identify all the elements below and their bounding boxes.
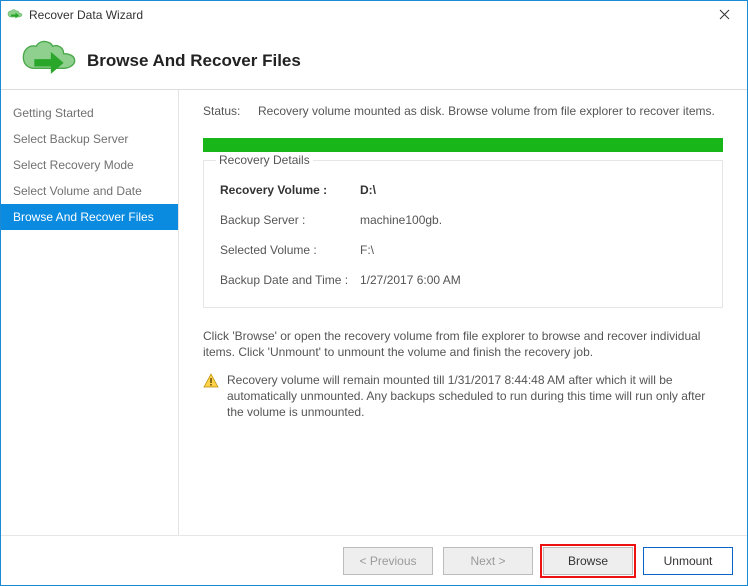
sidebar-item-getting-started[interactable]: Getting Started (1, 100, 178, 126)
browse-button[interactable]: Browse (543, 547, 633, 575)
detail-backup-date-time: Backup Date and Time : 1/27/2017 6:00 AM (216, 265, 710, 295)
app-icon (7, 7, 23, 23)
wizard-sidebar: Getting Started Select Backup Server Sel… (1, 90, 179, 535)
close-button[interactable] (709, 4, 739, 26)
next-button: Next > (443, 547, 533, 575)
window-title: Recover Data Wizard (29, 8, 143, 22)
wizard-main: Status: Recovery volume mounted as disk.… (179, 90, 747, 535)
recovery-details: Recovery Details Recovery Volume : D:\ B… (203, 160, 723, 308)
status-text: Recovery volume mounted as disk. Browse … (258, 104, 723, 118)
detail-backup-server: Backup Server : machine100gb. (216, 205, 710, 235)
instructions-text: Click 'Browse' or open the recovery volu… (203, 328, 723, 360)
warning-row: Recovery volume will remain mounted till… (203, 372, 723, 420)
wizard-header: Browse And Recover Files (1, 28, 747, 90)
detail-recovery-volume: Recovery Volume : D:\ (216, 175, 710, 205)
cloud-icon (19, 39, 79, 83)
details-legend: Recovery Details (216, 153, 313, 167)
sidebar-item-select-backup-server[interactable]: Select Backup Server (1, 126, 178, 152)
sidebar-item-browse-recover[interactable]: Browse And Recover Files (1, 204, 178, 230)
warning-icon (203, 373, 219, 389)
detail-selected-volume: Selected Volume : F:\ (216, 235, 710, 265)
status-row: Status: Recovery volume mounted as disk.… (203, 104, 723, 118)
wizard-window: Recover Data Wizard Browse And Recover F… (0, 0, 748, 586)
page-title: Browse And Recover Files (87, 51, 301, 71)
progress-bar (203, 138, 723, 152)
status-label: Status: (203, 104, 258, 118)
titlebar: Recover Data Wizard (1, 1, 747, 28)
sidebar-item-select-volume-date[interactable]: Select Volume and Date (1, 178, 178, 204)
previous-button: < Previous (343, 547, 433, 575)
wizard-footer: < Previous Next > Browse Unmount (1, 535, 747, 585)
wizard-body: Getting Started Select Backup Server Sel… (1, 90, 747, 535)
unmount-button[interactable]: Unmount (643, 547, 733, 575)
warning-text: Recovery volume will remain mounted till… (227, 372, 723, 420)
sidebar-item-select-recovery-mode[interactable]: Select Recovery Mode (1, 152, 178, 178)
